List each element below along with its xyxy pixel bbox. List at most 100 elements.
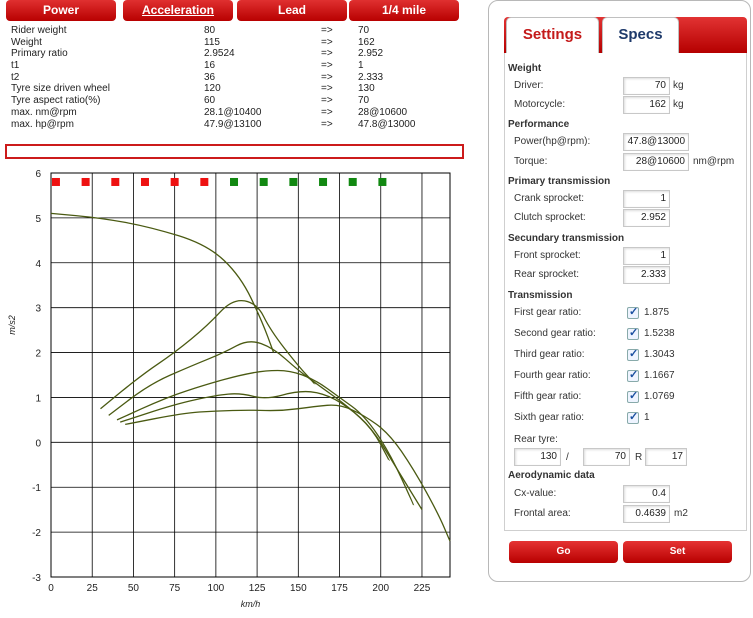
comparison-row: max. nm@rpm 28.1@10400 => 28@10600 <box>11 107 461 119</box>
y-tick-label: -1 <box>32 483 41 494</box>
gear-3-checkbox[interactable] <box>627 347 639 361</box>
x-tick-label: 200 <box>372 583 389 594</box>
tyre-width-input[interactable]: 130 <box>514 448 561 466</box>
gear-5-value: 1.0769 <box>644 391 675 402</box>
shift-marker <box>289 177 298 186</box>
front-sprocket-input[interactable]: 1 <box>623 247 670 265</box>
row-new-value: 70 <box>358 95 370 107</box>
comparison-table: Rider weight 80 => 70 Weight 115 => 162 Primar… <box>11 25 461 130</box>
driver-label: Driver: <box>514 80 544 91</box>
gear-4-checkbox[interactable] <box>627 368 639 382</box>
shift-marker <box>230 177 239 186</box>
comparison-row: Primary ratio 2.9524 => 2.952 <box>11 48 461 60</box>
shift-marker <box>378 177 387 186</box>
power-input[interactable]: 47.8@13000 <box>623 133 689 151</box>
comparison-row: Weight 115 => 162 <box>11 37 461 49</box>
settings-panel: Settings Specs Weight Driver: 70 kg Moto… <box>488 0 751 582</box>
tab-quarter-mile[interactable]: 1/4 mile <box>349 0 459 21</box>
tab-settings[interactable]: Settings <box>506 17 599 53</box>
row-new-value: 47.8@13000 <box>358 118 416 130</box>
row-arrow: => <box>321 48 333 60</box>
progress-bar <box>5 144 464 159</box>
row-label: Primary ratio <box>11 48 68 60</box>
plot-area <box>50 172 451 578</box>
shift-marker <box>140 177 149 186</box>
tab-power[interactable]: Power <box>6 0 116 21</box>
chart-svg: 0 25 50 75 100 125 150 175 200 225 -3 -2 -1 0 1 2 3 4 5 6 km… <box>7 169 451 609</box>
row-old-value: 47.9@13100 <box>204 118 262 130</box>
tab-acceleration-label: Acceleration <box>141 3 215 17</box>
gear-6-label: Sixth gear ratio: <box>514 412 585 423</box>
tyre-rim-input[interactable]: 17 <box>645 448 687 466</box>
row-arrow: => <box>321 36 333 48</box>
section-weight: Weight <box>508 63 542 74</box>
row-new-value: 70 <box>358 25 370 36</box>
row-old-value: 115 <box>204 36 220 48</box>
x-tick-label: 50 <box>128 583 140 594</box>
gear-4-label: Fourth gear ratio: <box>514 370 591 381</box>
row-label: t2 <box>11 71 20 83</box>
set-button[interactable]: Set <box>623 541 732 563</box>
section-aero: Aerodynamic data <box>508 470 595 481</box>
gear-3-label: Third gear ratio: <box>514 349 585 360</box>
tyre-aspect-input[interactable]: 70 <box>583 448 630 466</box>
row-old-value: 36 <box>204 71 216 83</box>
comparison-row: t1 16 => 1 <box>11 60 461 72</box>
rear-sprocket-label: Rear sprocket: <box>514 269 580 280</box>
tab-lead-label: Lead <box>277 3 306 17</box>
rear-sprocket-input[interactable]: 2.333 <box>623 266 670 284</box>
gear-2-value: 1.5238 <box>644 328 675 339</box>
row-arrow: => <box>321 25 333 36</box>
x-tick-label: 125 <box>249 583 266 594</box>
gear-2-label: Second gear ratio: <box>514 328 596 339</box>
comparison-row: t2 36 => 2.333 <box>11 72 461 84</box>
section-transmission: Transmission <box>508 290 573 301</box>
front-sprocket-label: Front sprocket: <box>514 250 581 261</box>
row-label: max. nm@rpm <box>11 106 77 118</box>
frontal-area-input[interactable]: 0.4639 <box>623 505 670 523</box>
x-tick-label: 0 <box>48 583 54 594</box>
motorcycle-unit: kg <box>673 99 684 110</box>
y-tick-label: 0 <box>35 438 41 449</box>
gear-2-checkbox[interactable] <box>627 326 639 340</box>
row-old-value: 60 <box>204 95 216 107</box>
gear-1-value: 1.875 <box>644 307 670 318</box>
motorcycle-weight-input[interactable]: 162 <box>623 96 670 114</box>
row-arrow: => <box>321 106 333 118</box>
row-label: max. hp@rpm <box>11 118 74 130</box>
driver-unit: kg <box>673 80 684 91</box>
row-old-value: 120 <box>204 83 221 95</box>
driver-weight-input[interactable]: 70 <box>623 77 670 95</box>
clutch-sprocket-input[interactable]: 2.952 <box>623 209 670 227</box>
gear-6-checkbox[interactable] <box>627 410 639 424</box>
tab-power-label: Power <box>42 3 79 17</box>
comparison-row: Tyre aspect ratio(%) 60 => 70 <box>11 95 461 107</box>
x-tick-label: 75 <box>169 583 181 594</box>
row-label: Weight <box>11 36 42 48</box>
cx-input[interactable]: 0.4 <box>623 485 670 503</box>
row-new-value: 2.952 <box>358 48 384 60</box>
gear-1-checkbox[interactable] <box>627 305 639 319</box>
crank-label: Crank sprocket: <box>514 193 585 204</box>
shift-marker <box>259 177 268 186</box>
frontal-area-unit: m2 <box>674 508 688 519</box>
row-label: Rider weight <box>11 25 67 36</box>
x-axis-label: km/h <box>241 599 261 609</box>
row-old-value: 80 <box>204 25 216 36</box>
crank-sprocket-input[interactable]: 1 <box>623 190 670 208</box>
row-old-value: 16 <box>204 60 216 72</box>
tab-lead[interactable]: Lead <box>237 0 347 21</box>
shift-marker <box>81 177 90 186</box>
tab-specs[interactable]: Specs <box>602 17 679 53</box>
y-tick-label: 6 <box>35 169 41 180</box>
gear-5-checkbox[interactable] <box>627 389 639 403</box>
y-axis-label: m/s2 <box>7 315 17 335</box>
row-new-value: 2.333 <box>358 71 384 83</box>
go-button[interactable]: Go <box>509 541 618 563</box>
torque-input[interactable]: 28@10600 <box>623 153 689 171</box>
gear-6-value: 1 <box>644 412 650 423</box>
tab-acceleration[interactable]: Acceleration <box>123 0 233 21</box>
cx-label: Cx-value: <box>514 488 557 499</box>
section-performance: Performance <box>508 119 570 130</box>
shift-marker <box>348 177 357 186</box>
